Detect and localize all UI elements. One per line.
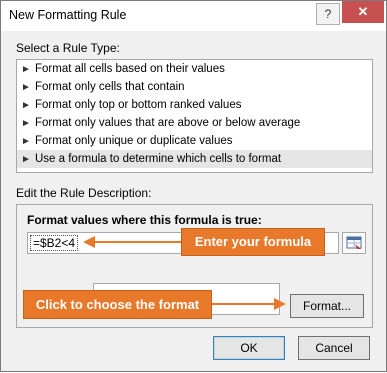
new-formatting-rule-dialog: New Formatting Rule ? ✕ Select a Rule Ty… <box>0 0 387 372</box>
format-arrow <box>211 298 286 310</box>
cancel-button[interactable]: Cancel <box>298 336 370 360</box>
formula-arrow <box>83 236 182 248</box>
choose-format-callout: Click to choose the format <box>24 291 211 318</box>
enter-formula-callout: Enter your formula <box>182 229 324 255</box>
ok-button[interactable]: OK <box>213 336 285 360</box>
